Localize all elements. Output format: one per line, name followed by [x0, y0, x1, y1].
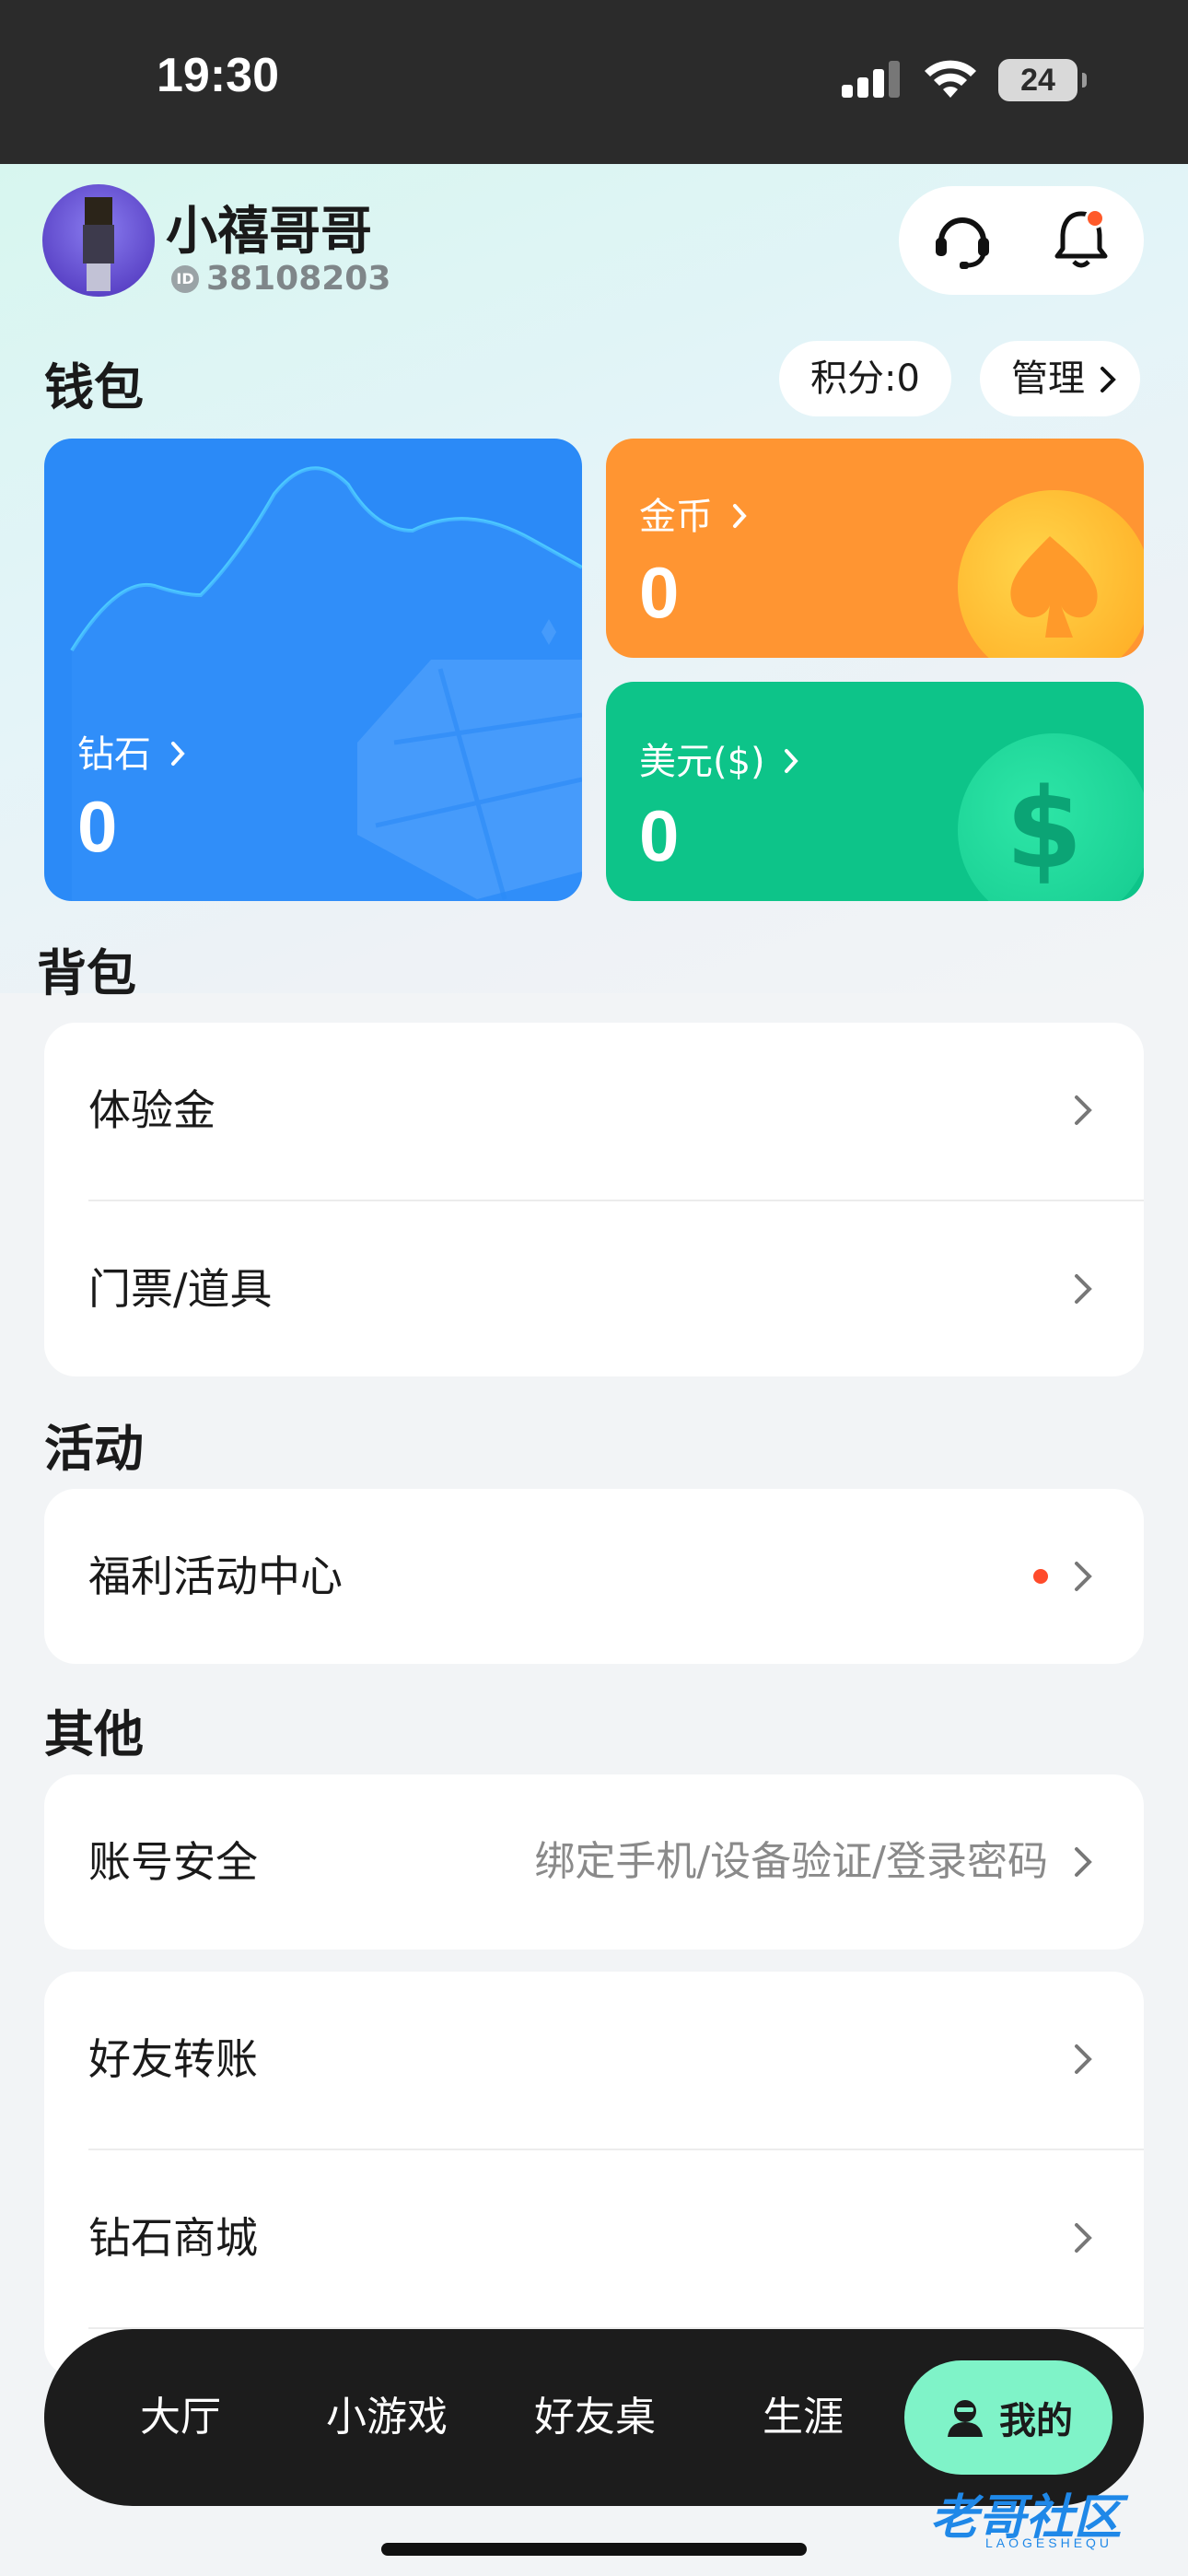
- status-time: 19:30: [157, 49, 279, 102]
- chevron-right-icon: [1075, 2044, 1092, 2074]
- nav-item-label: 我的: [999, 2400, 1073, 2442]
- chevron-right-icon: [1075, 1562, 1092, 1591]
- usd-card[interactable]: $ 美元($) 0: [606, 682, 1144, 901]
- battery-indicator: 24: [998, 59, 1087, 101]
- list-item-account-security[interactable]: 账号安全 绑定手机/设备验证/登录密码: [44, 1774, 1144, 1950]
- usd-label: 美元($): [639, 741, 765, 783]
- list-item-label: 福利活动中心: [88, 1551, 343, 1601]
- chevron-right-icon: [1075, 1274, 1092, 1304]
- backpack-card: 体验金 门票/道具: [44, 1023, 1144, 1376]
- watermark-logo: 老哥社区: [930, 2490, 1123, 2546]
- nav-item-friend-table[interactable]: 好友桌: [534, 2329, 656, 2506]
- id-icon: ID: [171, 264, 199, 293]
- activity-card: 福利活动中心: [44, 1489, 1144, 1664]
- account-security-card: 账号安全 绑定手机/设备验证/登录密码: [44, 1774, 1144, 1950]
- chevron-right-icon: [1075, 1847, 1092, 1877]
- wifi-icon: [925, 60, 976, 98]
- chevron-right-icon: [732, 504, 747, 528]
- list-item-label: 账号安全: [88, 1837, 258, 1887]
- home-indicator: [381, 2543, 807, 2556]
- list-item-trial-gold[interactable]: 体验金: [44, 1023, 1144, 1198]
- notification-dot: [1085, 208, 1105, 228]
- list-item-welfare-center[interactable]: 福利活动中心: [44, 1489, 1144, 1664]
- activity-title: 活动: [44, 1420, 144, 1478]
- dollar-coin-icon: $: [958, 733, 1144, 901]
- new-indicator-dot: [1033, 1569, 1048, 1584]
- headset-icon[interactable]: [932, 210, 993, 271]
- list-item-label: 钻石商城: [88, 2213, 258, 2263]
- list-item-diamond-mall[interactable]: 钻石商城: [44, 2150, 1144, 2325]
- status-bar: 19:30 24: [0, 0, 1188, 164]
- usd-value: 0: [639, 795, 680, 876]
- backpack-title: 背包: [37, 944, 136, 1002]
- other-card: 好友转账 钻石商城: [44, 1972, 1144, 2377]
- chevron-right-icon: [170, 742, 185, 766]
- diamond-label: 钻石: [77, 733, 151, 776]
- diamond-label-row: 钻石: [77, 724, 185, 778]
- chevron-right-icon: [1075, 2223, 1092, 2253]
- usd-label-row: 美元($): [639, 732, 799, 785]
- nav-item-mine[interactable]: 我的: [904, 2360, 1112, 2475]
- nav-item-lobby[interactable]: 大厅: [140, 2329, 221, 2506]
- account-security-hint: 绑定手机/设备验证/登录密码: [534, 1838, 1048, 1885]
- list-item-label: 体验金: [88, 1085, 215, 1135]
- manage-button[interactable]: 管理: [980, 341, 1140, 416]
- list-item-label: 门票/道具: [88, 1264, 273, 1314]
- coin-card[interactable]: 金币 0: [606, 439, 1144, 658]
- chart-wave-decoration: [70, 466, 582, 901]
- user-id: 38108203: [206, 260, 391, 298]
- list-item-tickets-props[interactable]: 门票/道具: [44, 1201, 1144, 1376]
- user-name: 小禧哥哥: [166, 202, 372, 262]
- coin-label: 金币: [639, 496, 713, 538]
- other-title: 其他: [44, 1705, 144, 1763]
- coin-label-row: 金币: [639, 486, 747, 540]
- user-id-row: ID 38108203: [171, 260, 390, 298]
- user-icon: [948, 2400, 983, 2437]
- list-item-label: 好友转账: [88, 2034, 258, 2084]
- diamond-value: 0: [77, 786, 118, 867]
- top-actions: [899, 186, 1144, 295]
- nav-item-mini-games[interactable]: 小游戏: [326, 2329, 448, 2506]
- watermark-subtext: LAOGESHEQU: [985, 2535, 1113, 2550]
- wallet-title: 钱包: [44, 358, 144, 416]
- list-item-friend-transfer[interactable]: 好友转账: [44, 1972, 1144, 2147]
- spade-coin-icon: [958, 490, 1144, 658]
- chevron-right-icon: [1075, 1095, 1092, 1125]
- chevron-right-icon: [785, 749, 799, 773]
- manage-label: 管理: [1011, 357, 1085, 400]
- points-pill[interactable]: 积分:0: [779, 341, 951, 416]
- cellular-signal-icon: [842, 61, 900, 98]
- diamond-card[interactable]: 钻石 0: [44, 439, 582, 901]
- avatar[interactable]: [42, 184, 155, 297]
- nav-item-career[interactable]: 生涯: [763, 2329, 844, 2506]
- chevron-right-icon: [1101, 367, 1116, 392]
- coin-value: 0: [639, 552, 680, 633]
